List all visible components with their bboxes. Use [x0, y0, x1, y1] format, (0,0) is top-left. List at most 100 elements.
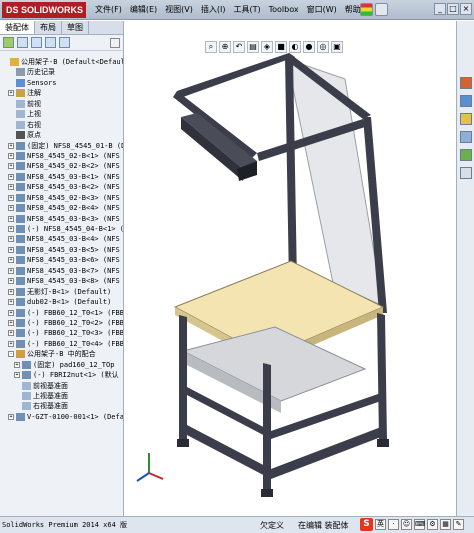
tree-row[interactable]: 上视: [0, 109, 123, 119]
punctuation-icon[interactable]: ·: [388, 519, 399, 530]
keyboard-icon[interactable]: ⌨: [414, 519, 425, 530]
tree-row[interactable]: + NFS8_4545_03-B<8> (NFS: [0, 276, 123, 286]
tree-row[interactable]: + NFS8_4545_03-B<6> (NFS: [0, 255, 123, 265]
tab-layout[interactable]: 布局: [35, 21, 62, 34]
tree-row[interactable]: + (-) FBRI2nut<1> (默认: [0, 370, 123, 380]
configuration-manager-icon[interactable]: [31, 37, 42, 48]
tree-row[interactable]: + (-) FBB60_12_T0<1> (FBB: [0, 308, 123, 318]
menu-insert[interactable]: 插入(I): [198, 3, 229, 17]
tree-row[interactable]: 前视基准面: [0, 381, 123, 391]
graphics-area[interactable]: ⌕ ⊕ ↶ ▤ ◈ ■ ◐ ● ◎ ▣: [125, 21, 455, 516]
tree-row[interactable]: 原点: [0, 130, 123, 140]
options-icon[interactable]: [375, 3, 388, 16]
feature-manager-icon[interactable]: [3, 37, 14, 48]
menu-toolbox[interactable]: Toolbox: [266, 3, 302, 17]
dimxpert-icon[interactable]: [45, 37, 56, 48]
tree-row[interactable]: + NFS8_4545_03-B<4> (NFS: [0, 234, 123, 244]
expand-icon[interactable]: +: [8, 340, 14, 347]
expand-icon[interactable]: +: [8, 226, 14, 232]
expand-icon[interactable]: +: [8, 413, 14, 420]
collapse-icon[interactable]: -: [8, 351, 14, 358]
custom-properties-icon[interactable]: [460, 167, 472, 179]
tree-row[interactable]: + (固定) NFS8_4545_01-B (D: [0, 141, 123, 151]
property-manager-icon[interactable]: [17, 37, 28, 48]
tree-row[interactable]: Sensors: [0, 78, 123, 88]
expand-icon[interactable]: +: [8, 299, 14, 306]
tree-row[interactable]: + (-) FBB60_12_T0<2> (FBB: [0, 318, 123, 328]
minimize-button[interactable]: _: [434, 3, 446, 15]
menu-window[interactable]: 窗口(W): [304, 3, 340, 17]
expand-icon[interactable]: +: [8, 257, 14, 264]
expand-icon[interactable]: +: [8, 184, 14, 191]
expand-icon[interactable]: +: [8, 236, 14, 243]
tree-row[interactable]: + NFS8_4545_03-B<5> (NFS: [0, 245, 123, 255]
expand-icon[interactable]: +: [8, 142, 14, 149]
expand-icon[interactable]: +: [8, 267, 14, 274]
tab-assembly[interactable]: 装配体: [0, 21, 35, 34]
restore-button[interactable]: □: [447, 3, 459, 15]
appearances-icon[interactable]: [460, 149, 472, 161]
tab-sketch[interactable]: 草图: [62, 21, 89, 34]
tree-row[interactable]: 右视基准面: [0, 401, 123, 411]
tree-row[interactable]: 前视: [0, 99, 123, 109]
expand-icon[interactable]: +: [8, 173, 14, 180]
solidworks-logo[interactable]: DS SOLIDWORKS: [2, 2, 86, 18]
expand-icon[interactable]: +: [8, 194, 14, 201]
tree-row[interactable]: + NFS8_4545_02-B<2> (NFS: [0, 161, 123, 171]
expand-icon[interactable]: +: [14, 361, 20, 368]
tree-row[interactable]: + V-GZT-0100-001<1> (Defa: [0, 412, 123, 422]
tree-row[interactable]: - 公用架子-B 中的配合: [0, 349, 123, 359]
tree-row[interactable]: + (固定) pad160_12_TOp: [0, 360, 123, 370]
file-explorer-icon[interactable]: [460, 113, 472, 125]
expand-icon[interactable]: +: [8, 152, 14, 159]
tree-row[interactable]: + NFS8_4545_03-B<7> (NFS: [0, 266, 123, 276]
tree-row[interactable]: + 无影灯-B<1> (Default): [0, 287, 123, 297]
tree-row[interactable]: 公用架子-B (Default<Default: [0, 57, 123, 67]
expand-icon[interactable]: +: [8, 205, 14, 212]
language-toggle[interactable]: 英: [375, 519, 386, 530]
tree-row[interactable]: + NFS8_4545_03-B<2> (NFS: [0, 182, 123, 192]
menu-view[interactable]: 视图(V): [162, 3, 196, 17]
close-button[interactable]: ×: [460, 3, 472, 15]
design-library-icon[interactable]: [460, 95, 472, 107]
tree-row[interactable]: + dub02-B<1> (Default): [0, 297, 123, 307]
solidworks-resources-icon[interactable]: [460, 77, 472, 89]
expand-icon[interactable]: +: [8, 90, 14, 97]
tree-row[interactable]: + (-) NFS8_4545_04-B<1> (I: [0, 224, 123, 234]
part-icon: [16, 214, 25, 223]
expand-icon[interactable]: +: [8, 163, 14, 170]
menu-file[interactable]: 文件(F): [92, 3, 125, 17]
reference-triad[interactable]: [135, 451, 165, 485]
tree-row[interactable]: + 注解: [0, 88, 123, 98]
tree-row[interactable]: 右视: [0, 120, 123, 130]
expand-icon[interactable]: +: [8, 215, 14, 222]
expand-icon[interactable]: +: [8, 246, 14, 253]
tree-row[interactable]: + NFS8_4545_02-B<1> (NFS: [0, 151, 123, 161]
expand-icon[interactable]: +: [8, 309, 14, 316]
skin-icon[interactable]: ▦: [440, 519, 451, 530]
expand-icon[interactable]: +: [8, 330, 14, 337]
ime-settings-icon[interactable]: ⚙: [427, 519, 438, 530]
tree-row[interactable]: + NFS8_4545_02-B<4> (NFS: [0, 203, 123, 213]
expand-icon[interactable]: +: [8, 319, 14, 326]
menu-edit[interactable]: 编辑(E): [127, 3, 160, 17]
expand-icon[interactable]: +: [8, 288, 14, 295]
handwriting-icon[interactable]: ✎: [453, 519, 464, 530]
tree-row[interactable]: + (-) FBB60_12_T0<3> (FBB: [0, 328, 123, 338]
filter-icon[interactable]: [110, 37, 120, 48]
sogou-ime-icon[interactable]: S: [360, 518, 373, 531]
expand-icon[interactable]: +: [14, 372, 20, 379]
traffic-light-icon[interactable]: [360, 3, 373, 16]
view-palette-icon[interactable]: [460, 131, 472, 143]
menu-tools[interactable]: 工具(T): [230, 3, 263, 17]
tree-row[interactable]: + NFS8_4545_03-B<1> (NFS: [0, 172, 123, 182]
tree-row[interactable]: 上视基准面: [0, 391, 123, 401]
tree-row[interactable]: + NFS8_4545_03-B<3> (NFS: [0, 214, 123, 224]
emoji-icon[interactable]: ☺: [401, 519, 412, 530]
expand-icon[interactable]: +: [8, 278, 14, 285]
tree-row[interactable]: + (-) FBB60_12_T0<4> (FBB: [0, 339, 123, 349]
tree-row[interactable]: + NFS8_4545_02-B<3> (NFS: [0, 193, 123, 203]
tree-item-label: 右视: [27, 120, 41, 129]
display-manager-icon[interactable]: [59, 37, 70, 48]
tree-row[interactable]: 历史记录: [0, 67, 123, 77]
